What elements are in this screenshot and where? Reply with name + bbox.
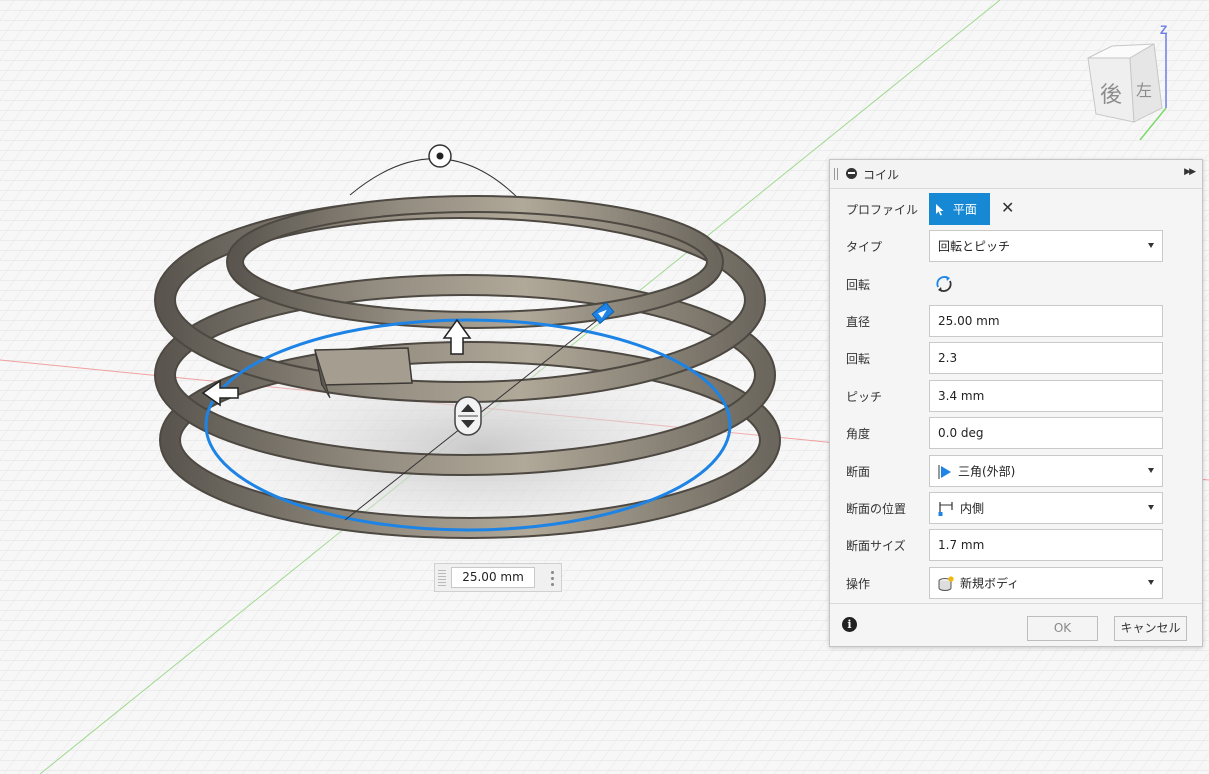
- angle-input[interactable]: 0.0 deg: [929, 417, 1163, 449]
- more-options-icon[interactable]: [551, 569, 555, 587]
- dimension-input-box: 25.00 mm: [434, 563, 562, 592]
- section-value: 三角(外部): [958, 464, 1016, 479]
- operation-label: 操作: [846, 577, 871, 591]
- section-label: 断面: [846, 465, 871, 479]
- profile-label: プロファイル: [846, 203, 919, 217]
- diameter-label: 直径: [846, 315, 871, 329]
- row-section: 断面 三角(外部): [830, 454, 1204, 488]
- dialog-footer: i OK キャンセル: [830, 603, 1202, 646]
- rotation-direction-label: 回転: [846, 278, 871, 292]
- axis-z-label: Z: [1160, 23, 1167, 37]
- rotate-arrows-icon[interactable]: [934, 275, 954, 293]
- dialog-title: コイル: [863, 168, 900, 182]
- row-type: タイプ 回転とピッチ: [830, 229, 1204, 263]
- pitch-label: ピッチ: [846, 390, 883, 404]
- dimension-value-input[interactable]: 25.00 mm: [451, 567, 535, 588]
- section-size-input[interactable]: 1.7 mm: [929, 529, 1163, 561]
- profile-button-label: 平面: [952, 202, 977, 217]
- row-operation: 操作 新規ボディ: [830, 566, 1204, 600]
- section-size-label: 断面サイズ: [846, 539, 906, 553]
- minus-circle-icon[interactable]: [846, 168, 857, 179]
- revolutions-label: 回転: [846, 352, 871, 366]
- close-icon[interactable]: ✕: [1001, 199, 1014, 217]
- viewcube-face-left[interactable]: 左: [1136, 81, 1152, 100]
- section-position-select[interactable]: 内側: [929, 492, 1163, 524]
- cursor-arrow-icon: [936, 204, 944, 216]
- double-chevron-right-icon[interactable]: ▶▶: [1184, 167, 1196, 177]
- section-position-value: 内側: [960, 501, 985, 516]
- ok-button[interactable]: OK: [1027, 616, 1098, 641]
- operation-value: 新規ボディ: [960, 576, 1020, 591]
- row-angle: 角度 0.0 deg: [830, 416, 1204, 450]
- type-label: タイプ: [846, 240, 883, 254]
- section-position-label: 断面の位置: [846, 502, 907, 516]
- revolutions-input[interactable]: 2.3: [929, 342, 1163, 374]
- chevron-down-icon: [1148, 243, 1154, 248]
- profile-select-button[interactable]: 平面: [929, 193, 990, 225]
- row-section-position: 断面の位置 内側: [830, 491, 1204, 525]
- drag-grip-icon[interactable]: [438, 570, 446, 587]
- row-section-size: 断面サイズ 1.7 mm: [830, 528, 1204, 562]
- info-icon[interactable]: i: [842, 617, 857, 632]
- type-select[interactable]: 回転とピッチ: [929, 230, 1163, 262]
- angle-label: 角度: [846, 427, 871, 441]
- operation-select[interactable]: 新規ボディ: [929, 567, 1163, 599]
- new-body-icon: [938, 575, 954, 591]
- row-diameter: 直径 25.00 mm: [830, 304, 1204, 338]
- dialog-header[interactable]: コイル ▶▶: [830, 160, 1202, 189]
- grip-icon[interactable]: [834, 168, 838, 180]
- type-value: 回転とピッチ: [938, 239, 1011, 254]
- row-revolutions: 回転 2.3: [830, 341, 1204, 375]
- diameter-input[interactable]: 25.00 mm: [929, 305, 1163, 337]
- section-select[interactable]: 三角(外部): [929, 455, 1163, 487]
- center-move-handle-icon[interactable]: [454, 396, 482, 436]
- cancel-button[interactable]: キャンセル: [1114, 616, 1187, 641]
- viewcube-face-back[interactable]: 後: [1100, 83, 1122, 108]
- row-rotation-direction: 回転: [830, 267, 1204, 301]
- rotate-handle-icon[interactable]: [428, 144, 452, 168]
- pitch-input[interactable]: 3.4 mm: [929, 380, 1163, 412]
- inside-position-icon: [938, 501, 953, 516]
- row-profile: プロファイル 平面 ✕: [830, 192, 1204, 226]
- chevron-down-icon: [1148, 580, 1154, 585]
- triangle-icon: [938, 464, 951, 479]
- viewcube[interactable]: Z 後 左: [1080, 20, 1180, 150]
- coil-dialog: コイル ▶▶ プロファイル 平面 ✕ タイプ 回転とピッチ 回転 直径 25.0…: [829, 159, 1203, 647]
- chevron-down-icon: [1148, 505, 1154, 510]
- chevron-down-icon: [1148, 468, 1154, 473]
- row-pitch: ピッチ 3.4 mm: [830, 379, 1204, 413]
